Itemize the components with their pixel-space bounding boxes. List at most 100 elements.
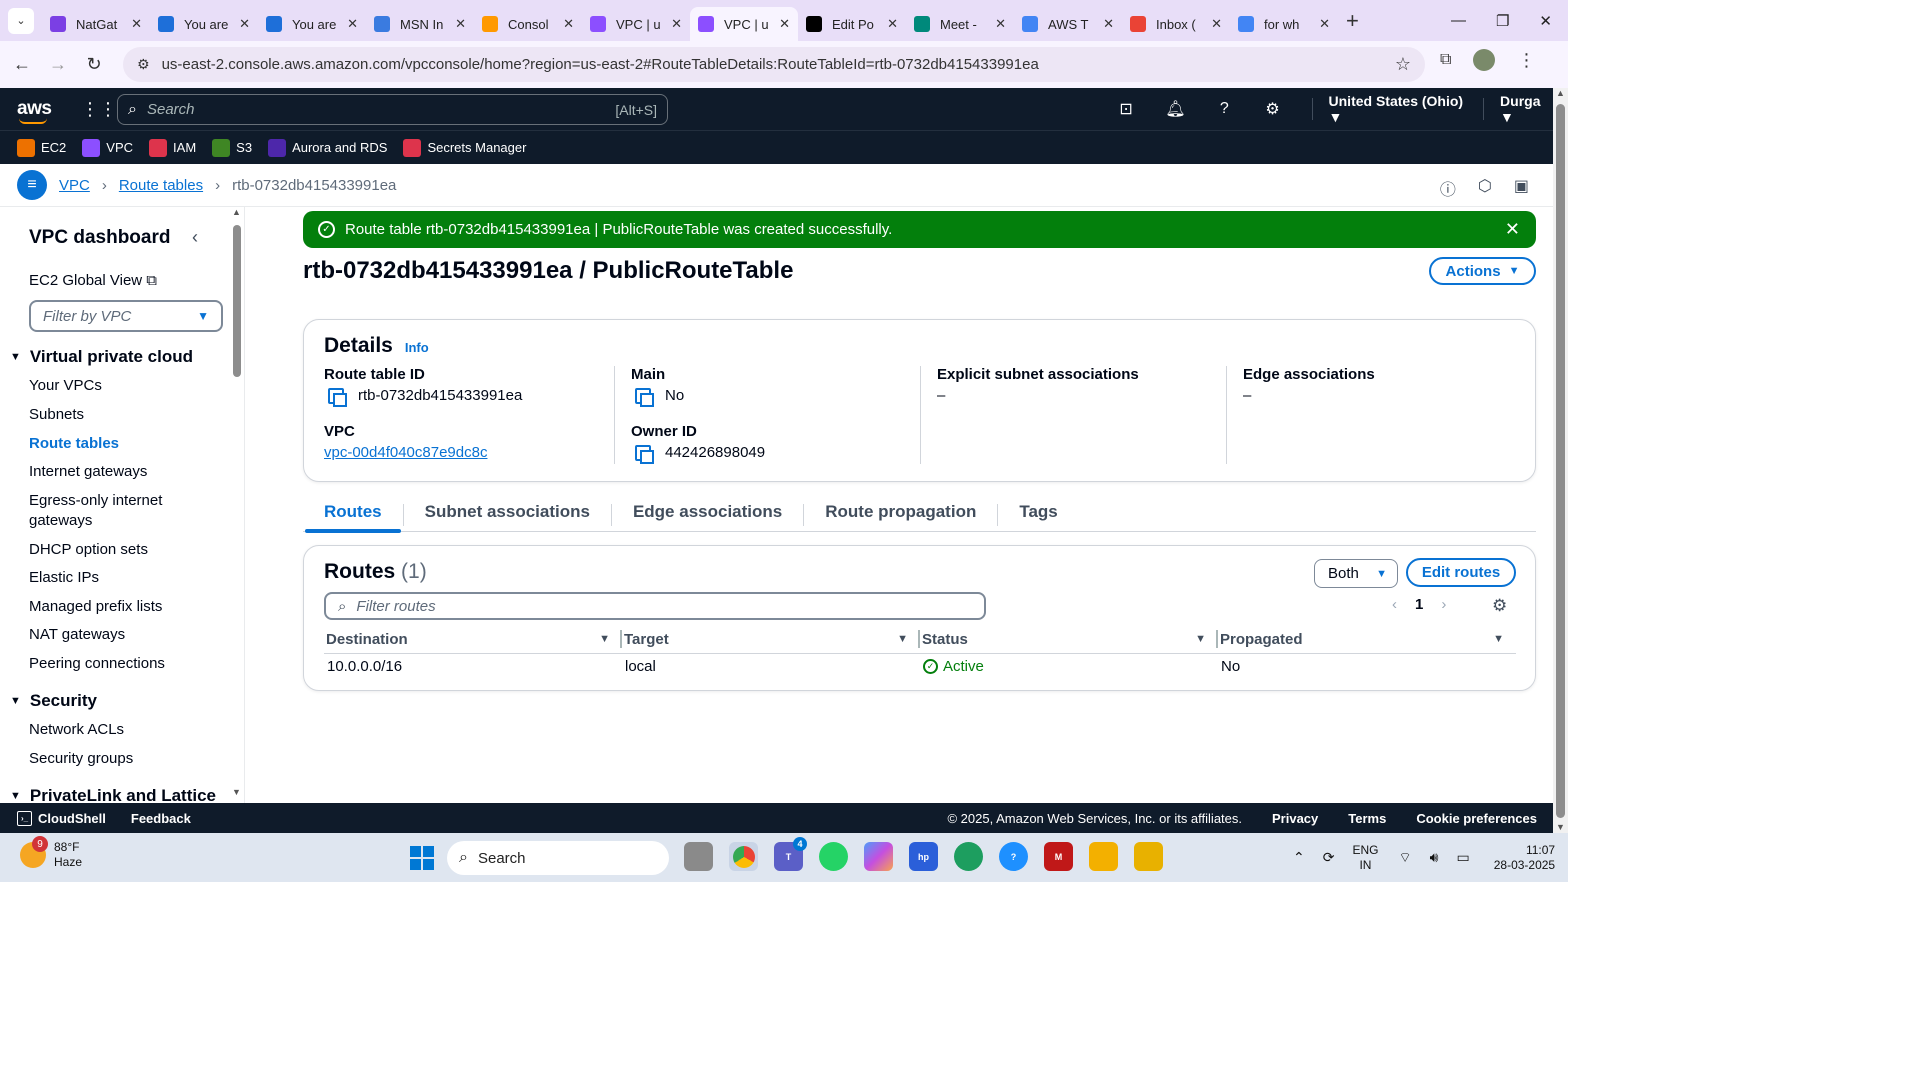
sidebar-item[interactable]: DHCP option sets	[29, 540, 214, 560]
myhp-icon[interactable]: hp	[909, 842, 938, 871]
sort-caret-icon[interactable]: ▼	[1493, 633, 1504, 645]
favorite-service-link[interactable]: Secrets Manager	[403, 138, 526, 157]
browser-tab[interactable]: VPC | u ✕	[690, 7, 798, 41]
close-tab-icon[interactable]: ✕	[1211, 16, 1222, 32]
browser-menu-icon[interactable]: ⋮	[1517, 50, 1535, 71]
page-scrollbar[interactable]: ▲ ▼	[1553, 88, 1568, 833]
filter-by-vpc-select[interactable]: Filter by VPC ▼	[29, 300, 223, 332]
whatsapp-icon[interactable]	[819, 842, 848, 871]
battery-icon[interactable]: ▭	[1456, 849, 1469, 866]
privacy-link[interactable]: Privacy	[1272, 811, 1318, 826]
column-header[interactable]: Destination ▼	[324, 628, 622, 650]
windows-start-icon[interactable]	[410, 846, 434, 870]
task-view-icon[interactable]	[684, 842, 713, 871]
scroll-up-arrow-icon[interactable]: ▲	[1556, 88, 1565, 98]
sidebar-item[interactable]: Route tables	[29, 434, 214, 454]
close-tab-icon[interactable]: ✕	[671, 16, 682, 32]
sidebar-scrollbar[interactable]: ▲ ▼	[232, 207, 242, 803]
sync-icon[interactable]: ⟳	[1323, 849, 1335, 866]
clock[interactable]: 11:07 28-03-2025	[1494, 843, 1555, 873]
route-filter-select[interactable]: Both ▼	[1314, 559, 1398, 588]
copy-icon[interactable]	[635, 444, 654, 464]
table-preferences-gear-icon[interactable]: ⚙	[1492, 596, 1507, 616]
feedback-link[interactable]: Feedback	[131, 811, 191, 826]
browser-tab[interactable]: Meet - ✕	[906, 7, 1014, 41]
chrome-icon[interactable]	[729, 842, 758, 871]
column-header[interactable]: Target ▼	[622, 628, 920, 650]
sidebar-section-header[interactable]: ▼ PrivateLink and Lattice	[10, 786, 216, 803]
sidebar-item[interactable]: Your VPCs	[29, 376, 214, 396]
account-menu[interactable]: Durga ▼	[1500, 93, 1553, 125]
maximize-button[interactable]: ❐	[1496, 12, 1509, 30]
copy-icon[interactable]	[328, 387, 347, 407]
vpc-link[interactable]: vpc-00d4f040c87e9dc8c	[324, 444, 487, 461]
sidebar-item[interactable]: Elastic IPs	[29, 568, 214, 588]
site-info-icon[interactable]: ⚙	[137, 56, 150, 73]
browser-tab[interactable]: for wh ✕	[1230, 7, 1338, 41]
sidebar-item[interactable]: Subnets	[29, 405, 214, 425]
details-info-link[interactable]: Info	[405, 340, 429, 355]
weather-widget[interactable]: 9 88°F Haze	[20, 836, 82, 870]
browser-tab[interactable]: VPC | u ✕	[582, 7, 690, 41]
profile-avatar[interactable]	[1473, 49, 1496, 71]
file-explorer-icon[interactable]	[1134, 842, 1163, 871]
aws-search-bar[interactable]: ⌕ Search [Alt+S]	[117, 94, 668, 125]
help-icon[interactable]: ?	[1215, 100, 1233, 118]
breadcrumb-route-tables[interactable]: Route tables	[119, 177, 203, 194]
side-nav-toggle-icon[interactable]: ≡	[17, 170, 47, 200]
feedback-panel-icon[interactable]: ▣	[1514, 176, 1529, 200]
copilot-icon[interactable]	[864, 842, 893, 871]
minimize-button[interactable]: —	[1451, 12, 1466, 30]
close-tab-icon[interactable]: ✕	[239, 16, 250, 32]
bookmark-star-icon[interactable]: ☆	[1395, 54, 1411, 75]
volume-icon[interactable]: 🔊︎	[1430, 849, 1439, 866]
scroll-up-arrow-icon[interactable]: ▲	[232, 207, 241, 217]
dismiss-flash-icon[interactable]: ✕	[1505, 219, 1520, 240]
close-tab-icon[interactable]: ✕	[563, 16, 574, 32]
edit-routes-button[interactable]: Edit routes	[1406, 558, 1516, 587]
favorite-service-link[interactable]: Aurora and RDS	[268, 138, 387, 157]
terms-link[interactable]: Terms	[1348, 811, 1386, 826]
ms-store-icon[interactable]	[1089, 842, 1118, 871]
favorite-service-link[interactable]: IAM	[149, 138, 196, 157]
close-tab-icon[interactable]: ✕	[887, 16, 898, 32]
tab-search-dropdown[interactable]: ⌄	[8, 7, 34, 34]
sort-caret-icon[interactable]: ▼	[599, 633, 610, 645]
address-bar[interactable]: ⚙ us-east-2.console.aws.amazon.com/vpcco…	[123, 47, 1425, 82]
column-header[interactable]: Propagated ▼	[1218, 628, 1516, 650]
back-button[interactable]: ←	[4, 54, 40, 75]
wifi-icon[interactable]: ⌔	[1398, 849, 1411, 867]
url-text[interactable]: us-east-2.console.aws.amazon.com/vpccons…	[162, 56, 1395, 73]
browser-tab[interactable]: You are ✕	[258, 7, 366, 41]
sidebar-ec2-global-view[interactable]: EC2 Global View ⧉	[29, 272, 157, 289]
page-number[interactable]: 1	[1415, 596, 1423, 613]
tab-routes[interactable]: Routes	[303, 496, 403, 533]
sidebar-item[interactable]: Network ACLs	[29, 720, 214, 740]
collapse-sidebar-icon[interactable]: ‹	[192, 227, 198, 248]
browser-tab[interactable]: You are ✕	[150, 7, 258, 41]
sidebar-item[interactable]: Egress-only internet gateways	[29, 491, 214, 531]
filter-routes-input[interactable]: ⌕ Filter routes	[324, 592, 986, 620]
sidebar-item[interactable]: Peering connections	[29, 654, 214, 674]
cookie-preferences-link[interactable]: Cookie preferences	[1416, 811, 1537, 826]
close-window-button[interactable]: ✕	[1539, 12, 1552, 30]
close-tab-icon[interactable]: ✕	[347, 16, 358, 32]
table-row[interactable]: 10.0.0.0/16 local ✓ Active No	[324, 658, 1516, 675]
aws-logo[interactable]: aws	[17, 98, 52, 124]
edge-icon[interactable]	[954, 842, 983, 871]
sort-caret-icon[interactable]: ▼	[1195, 633, 1206, 645]
browser-tab[interactable]: NatGat ✕	[42, 7, 150, 41]
scroll-down-arrow-icon[interactable]: ▼	[232, 787, 241, 797]
language-indicator[interactable]: ENG IN	[1352, 843, 1378, 873]
close-tab-icon[interactable]: ✕	[131, 16, 142, 32]
sidebar-section-header[interactable]: ▼ Security	[10, 691, 97, 711]
close-tab-icon[interactable]: ✕	[1319, 16, 1330, 32]
sidebar-item[interactable]: Managed prefix lists	[29, 597, 214, 617]
sidebar-item[interactable]: Security groups	[29, 749, 214, 769]
show-hidden-icons-icon[interactable]: ⌃	[1293, 849, 1305, 866]
actions-button[interactable]: Actions ▼	[1429, 257, 1536, 285]
browser-tab[interactable]: MSN In ✕	[366, 7, 474, 41]
forward-button[interactable]: →	[40, 54, 76, 75]
close-tab-icon[interactable]: ✕	[779, 16, 790, 32]
region-selector[interactable]: United States (Ohio) ▼	[1329, 93, 1468, 125]
